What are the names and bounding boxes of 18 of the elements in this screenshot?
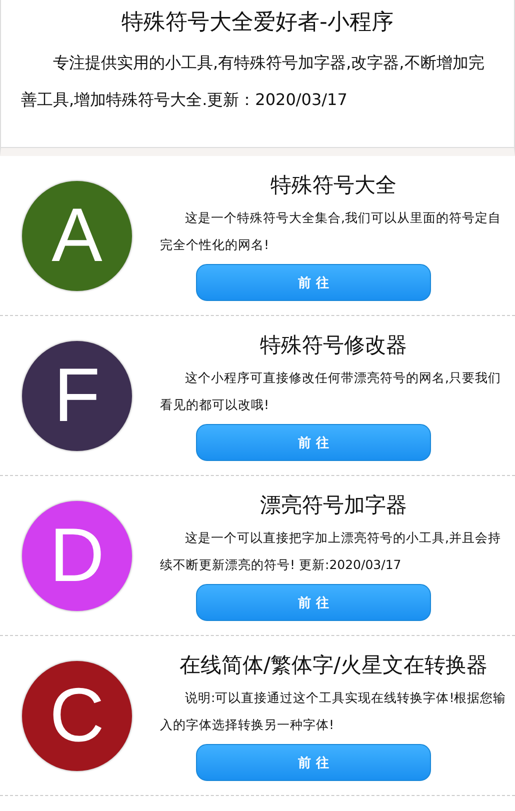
page-title: 特殊符号大全爱好者-小程序 xyxy=(120,9,394,37)
tool-title: 特殊符号大全 xyxy=(270,172,396,199)
tool-description: 这个小程序可直接修改任何带漂亮符号的网名,只要我们看见的都可以改哦! xyxy=(160,369,502,414)
tool-description: 这是一个特殊符号大全集合,我们可以从里面的符号定自完全个性化的网名! xyxy=(160,209,502,254)
avatar-letter: A xyxy=(22,180,132,290)
go-button[interactable]: 前 往 xyxy=(196,744,431,781)
tool-description: 这是一个可以直接把字加上漂亮符号的小工具,并且会持续不断更新漂亮的符号! 更新:2020/03/17 xyxy=(160,529,502,574)
go-button[interactable]: 前 往 xyxy=(196,264,431,301)
avatar-letter: F xyxy=(22,340,132,450)
tool-title: 在线简体/繁体字/火星文在转换器 xyxy=(179,652,488,679)
tool-description: 说明:可以直接通过这个工具实现在线转换字体!根据您输入的字体选择转换另一种字体! xyxy=(160,689,507,734)
go-button[interactable]: 前 往 xyxy=(196,424,431,461)
tool-title: 漂亮符号加字器 xyxy=(260,492,407,519)
tool-title: 特殊符号修改器 xyxy=(260,332,407,359)
go-button[interactable]: 前 往 xyxy=(196,584,431,621)
avatar-letter: D xyxy=(22,500,132,610)
avatar-letter: C xyxy=(22,660,132,770)
intro-text: 专注提供实用的小工具,有特殊符号加字器,改字器,不断增加完善工具,增加特殊符号大全.更新：2020/03/17 xyxy=(21,52,486,111)
